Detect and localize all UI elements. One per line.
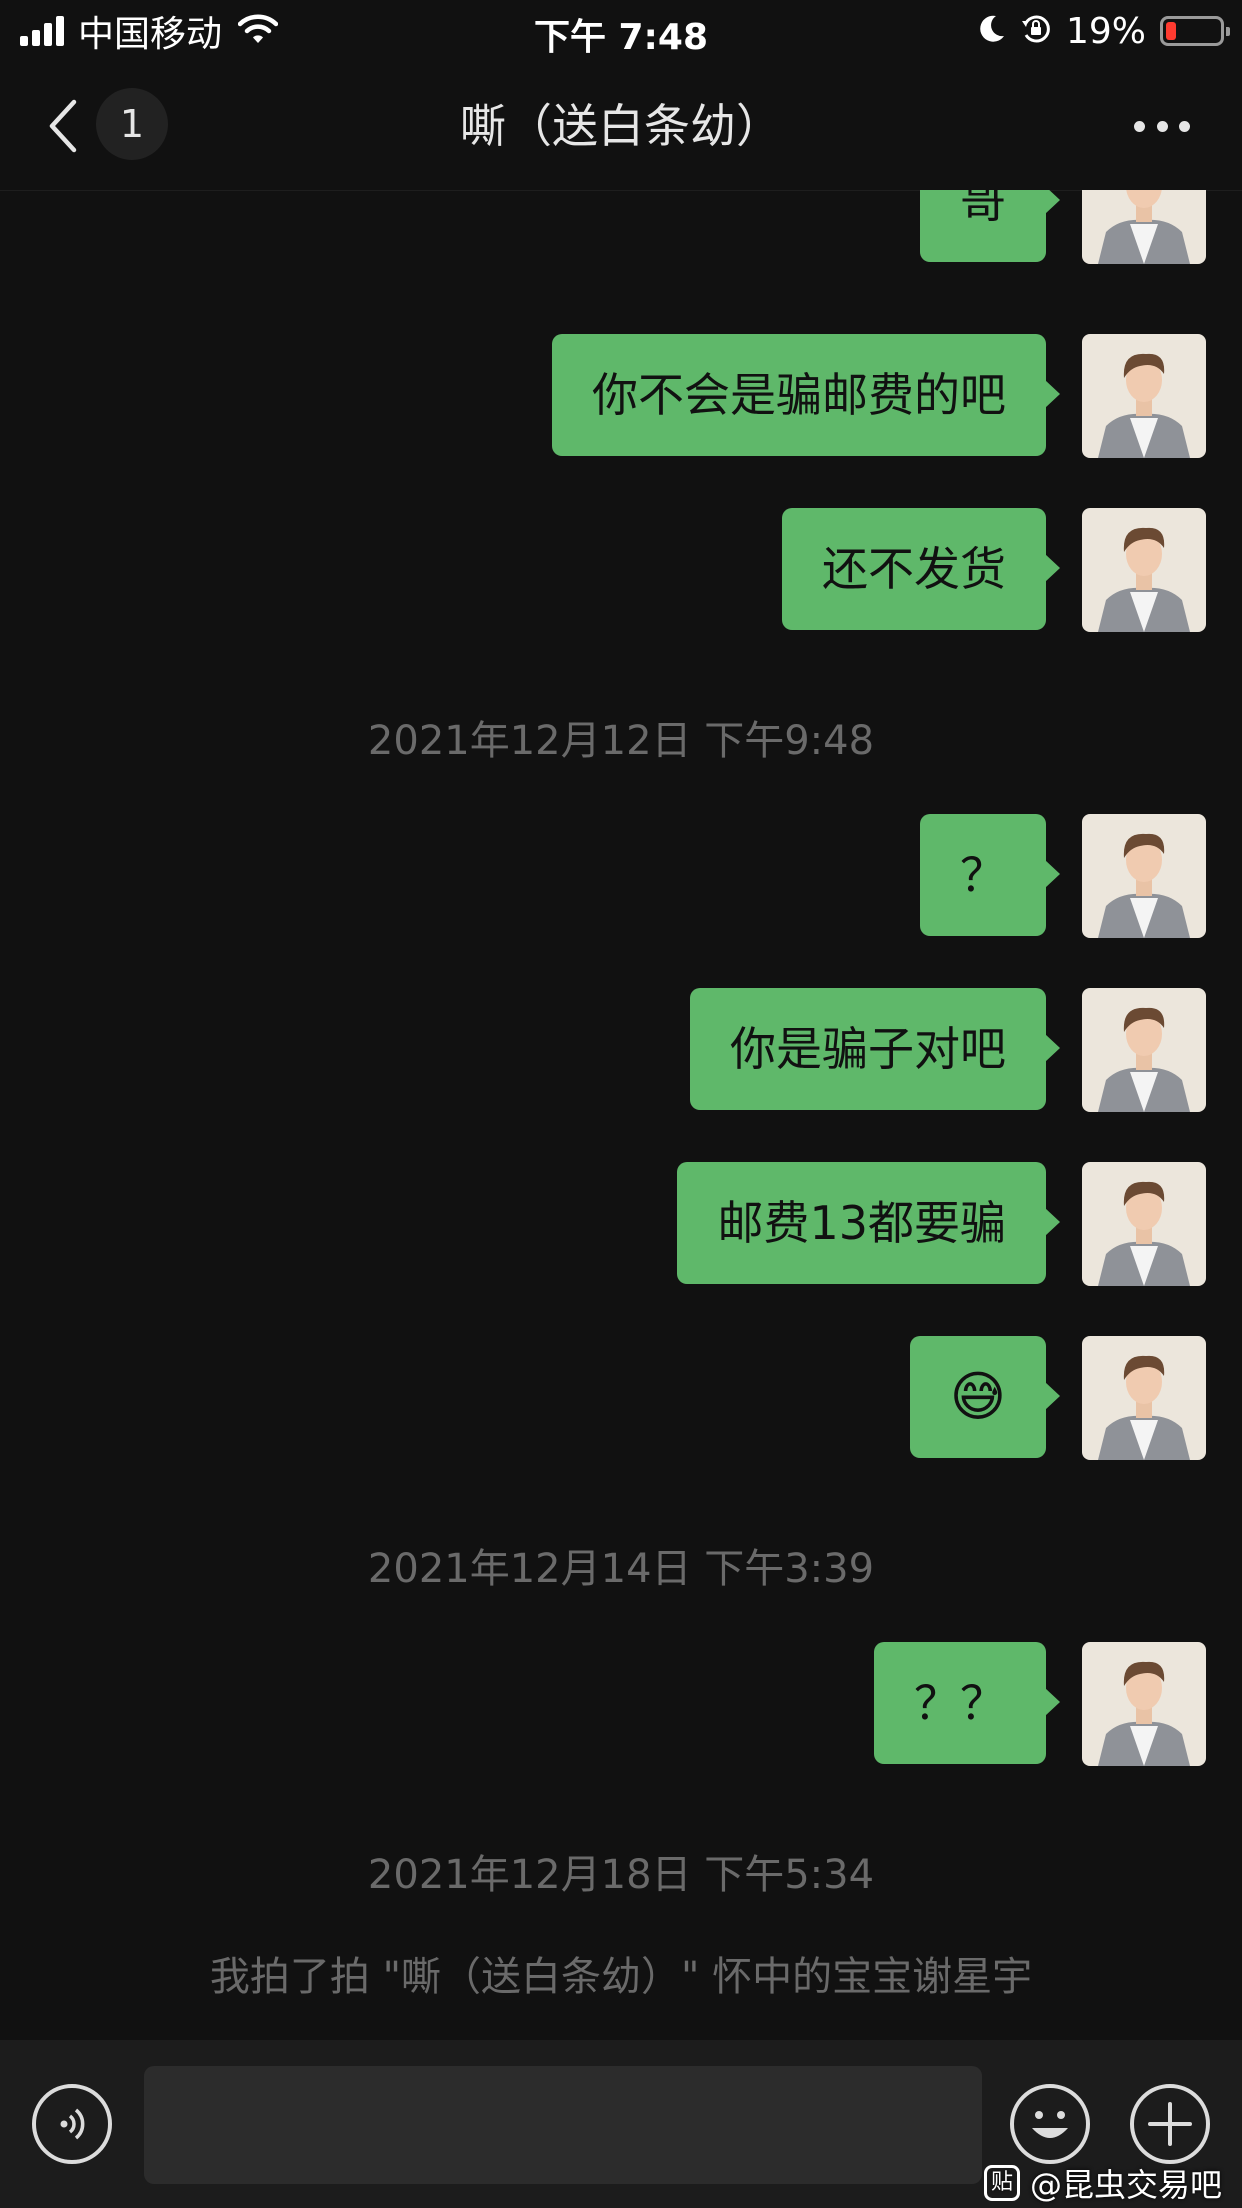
chat-header: 嘶（送白条幼） 1 — [0, 62, 1242, 191]
more-options-button[interactable] — [1134, 114, 1190, 138]
message-row: ？ — [920, 814, 1206, 938]
dot-icon — [1179, 120, 1190, 132]
battery-percent: 19% — [1065, 10, 1146, 52]
avatar[interactable] — [1082, 814, 1206, 938]
message-bubble[interactable]: 你是骗子对吧 — [690, 988, 1060, 1110]
message-bubble[interactable]: 还不发货 — [782, 508, 1060, 630]
message-bubble[interactable]: ？ — [920, 814, 1060, 936]
dot-icon — [1156, 120, 1168, 132]
plus-icon — [1148, 2102, 1192, 2146]
voice-icon — [60, 2108, 85, 2140]
message-bubble[interactable]: ？？ — [874, 1642, 1060, 1764]
message-bubble[interactable]: 邮费13都要骗 — [677, 1162, 1060, 1284]
message-row: 邮费13都要骗 — [677, 1162, 1206, 1286]
chat-messages[interactable]: 哥 你不会是骗邮费的吧 还不发货 2021年12月12日 下午9:48 ？ 你是… — [0, 190, 1242, 2040]
more-actions-button[interactable] — [1130, 2084, 1210, 2164]
avatar[interactable] — [1082, 334, 1206, 458]
message-timestamp: 2021年12月12日 下午9:48 — [367, 718, 875, 764]
orientation-lock-icon — [1020, 13, 1052, 49]
avatar[interactable] — [1082, 1642, 1206, 1766]
message-row: ？？ — [874, 1642, 1206, 1766]
voice-input-button[interactable] — [32, 2084, 112, 2164]
unread-count-badge[interactable]: 1 — [96, 88, 168, 160]
avatar[interactable] — [1082, 1162, 1206, 1286]
avatar[interactable] — [1082, 1336, 1206, 1460]
watermark: 贴 @昆虫交易吧 — [983, 2160, 1222, 2206]
battery-icon — [1160, 16, 1230, 46]
message-row: 哥 — [920, 190, 1206, 264]
battery-level-fill — [1166, 22, 1176, 40]
watermark-text: @昆虫交易吧 — [1029, 2166, 1222, 2204]
moon-icon — [978, 14, 1006, 48]
status-bar: 中国移动 下午 7:48 19% — [0, 0, 1242, 62]
smiley-icon — [1032, 2111, 1068, 2138]
message-row: 你不会是骗邮费的吧 — [552, 334, 1206, 458]
avatar[interactable] — [1082, 988, 1206, 1112]
message-bubble[interactable]: 😅 — [909, 1336, 1061, 1458]
message-bubble[interactable]: 哥 — [920, 190, 1060, 262]
message-input[interactable] — [144, 2066, 982, 2184]
emoji-button[interactable] — [1010, 2084, 1090, 2164]
message-timestamp: 2021年12月18日 下午5:34 — [367, 1852, 875, 1898]
message-bubble[interactable]: 你不会是骗邮费的吧 — [552, 334, 1060, 456]
message-row: 还不发货 — [782, 508, 1206, 632]
message-row: 你是骗子对吧 — [690, 988, 1206, 1112]
status-right: 19% — [978, 8, 1230, 54]
back-button[interactable] — [44, 98, 84, 154]
tieba-logo-icon: 贴 — [983, 2165, 1020, 2201]
message-row: 😅 — [909, 1336, 1206, 1460]
pat-system-note: 我拍了拍 "嘶（送白条幼）" 怀中的宝宝谢星宇 — [209, 1954, 1033, 2000]
chat-title: 嘶（送白条幼） — [460, 99, 782, 153]
message-timestamp: 2021年12月14日 下午3:39 — [367, 1546, 875, 1592]
avatar[interactable] — [1082, 508, 1206, 632]
dot-icon — [1134, 120, 1145, 132]
avatar[interactable] — [1082, 190, 1206, 264]
chevron-left-icon — [49, 99, 77, 153]
